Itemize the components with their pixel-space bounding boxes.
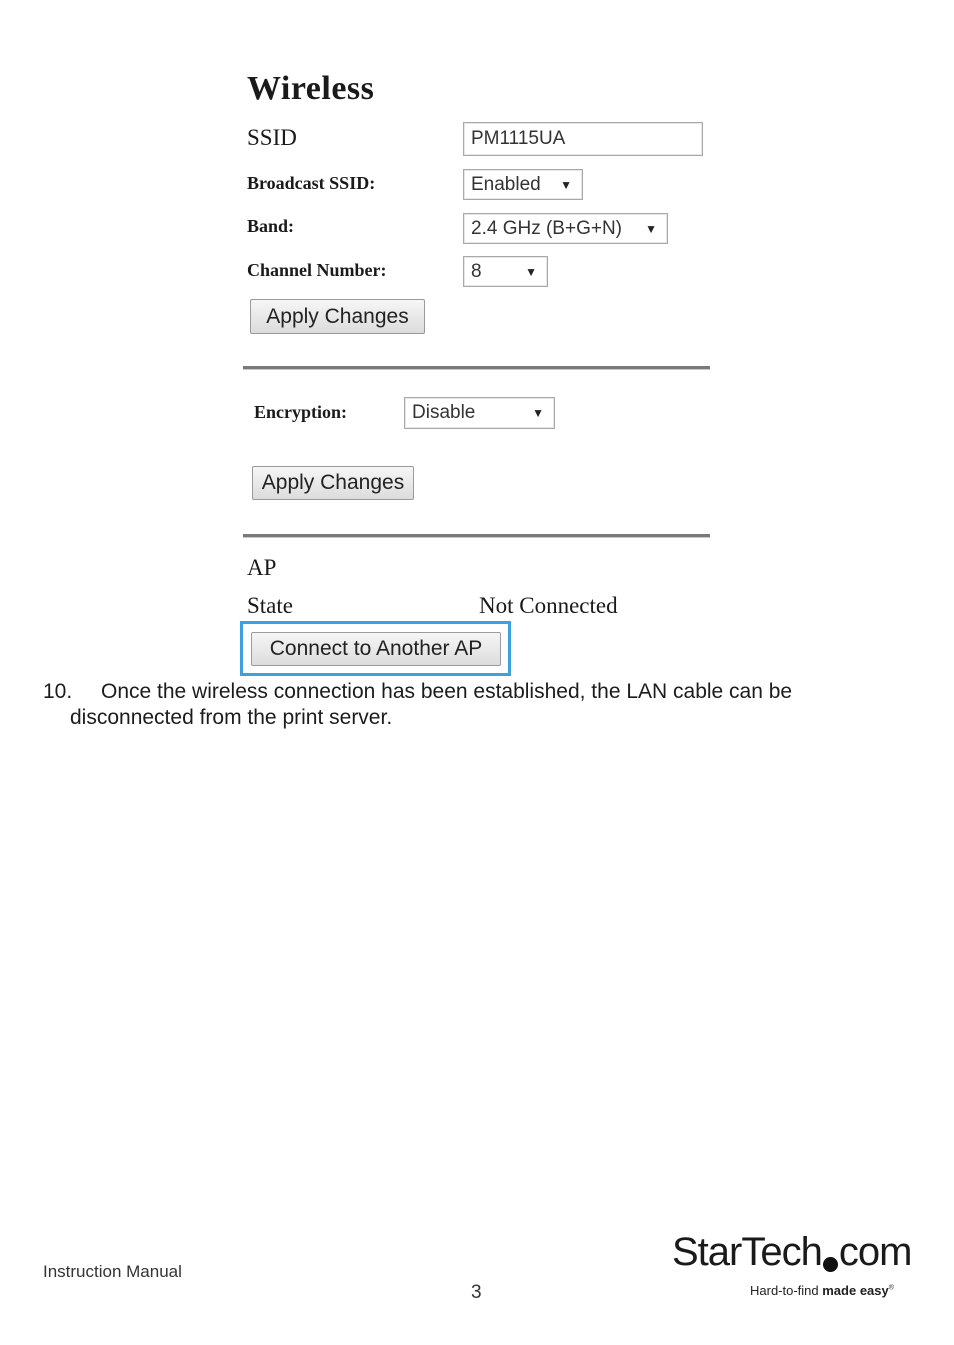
step-number: 10. xyxy=(43,680,73,703)
registered-mark: ® xyxy=(888,1284,894,1292)
ssid-label: SSID xyxy=(247,125,297,150)
section-divider xyxy=(243,366,710,370)
broadcast-ssid-select[interactable]: Enabled ▼ xyxy=(463,169,583,200)
apply-changes-wireless-button[interactable]: Apply Changes xyxy=(250,299,425,334)
tagline-bold: made easy xyxy=(822,1283,889,1298)
dropdown-arrow-icon: ▼ xyxy=(532,406,544,420)
footer-manual-label: Instruction Manual xyxy=(43,1262,182,1281)
band-value: 2.4 GHz (B+G+N) xyxy=(471,217,622,239)
broadcast-ssid-label: Broadcast SSID: xyxy=(247,173,376,193)
ssid-value: PM1115UA xyxy=(471,128,566,149)
band-label: Band: xyxy=(247,216,295,236)
logo-tagline: Hard-to-find made easy® xyxy=(750,1283,894,1298)
ap-heading: AP xyxy=(247,555,277,580)
dropdown-arrow-icon: ▼ xyxy=(645,221,657,236)
encryption-label: Encryption: xyxy=(254,402,348,422)
channel-number-label: Channel Number: xyxy=(247,260,387,280)
apply-changes-encryption-button[interactable]: Apply Changes xyxy=(252,466,414,500)
dropdown-arrow-icon: ▼ xyxy=(560,177,572,192)
channel-number-select[interactable]: 8 ▼ xyxy=(463,256,548,287)
startech-logo: StarTech com Hard-to-find made easy® xyxy=(672,1230,912,1310)
page-number: 3 xyxy=(471,1282,482,1303)
connect-another-ap-button[interactable]: Connect to Another AP xyxy=(251,632,501,666)
broadcast-ssid-value: Enabled xyxy=(471,173,541,195)
step-text-line2: disconnected from the print server. xyxy=(70,706,393,729)
tagline-regular: Hard-to-find xyxy=(750,1283,823,1298)
band-select[interactable]: 2.4 GHz (B+G+N) ▼ xyxy=(463,213,668,244)
state-label: State xyxy=(247,593,293,618)
step-text-line1: Once the wireless connection has been es… xyxy=(101,680,793,703)
ssid-input[interactable]: PM1115UA xyxy=(463,122,703,156)
logo-suffix-text: com xyxy=(838,1230,913,1274)
wireless-heading: Wireless xyxy=(247,70,375,107)
dropdown-arrow-icon: ▼ xyxy=(525,264,537,279)
encryption-select[interactable]: Disable ▼ xyxy=(404,397,555,429)
encryption-value: Disable xyxy=(412,402,476,423)
logo-dot-icon xyxy=(822,1257,838,1272)
section-divider xyxy=(243,534,710,538)
state-value: Not Connected xyxy=(479,593,618,618)
channel-number-value: 8 xyxy=(471,260,482,282)
logo-main-text: StarTech xyxy=(672,1230,823,1274)
